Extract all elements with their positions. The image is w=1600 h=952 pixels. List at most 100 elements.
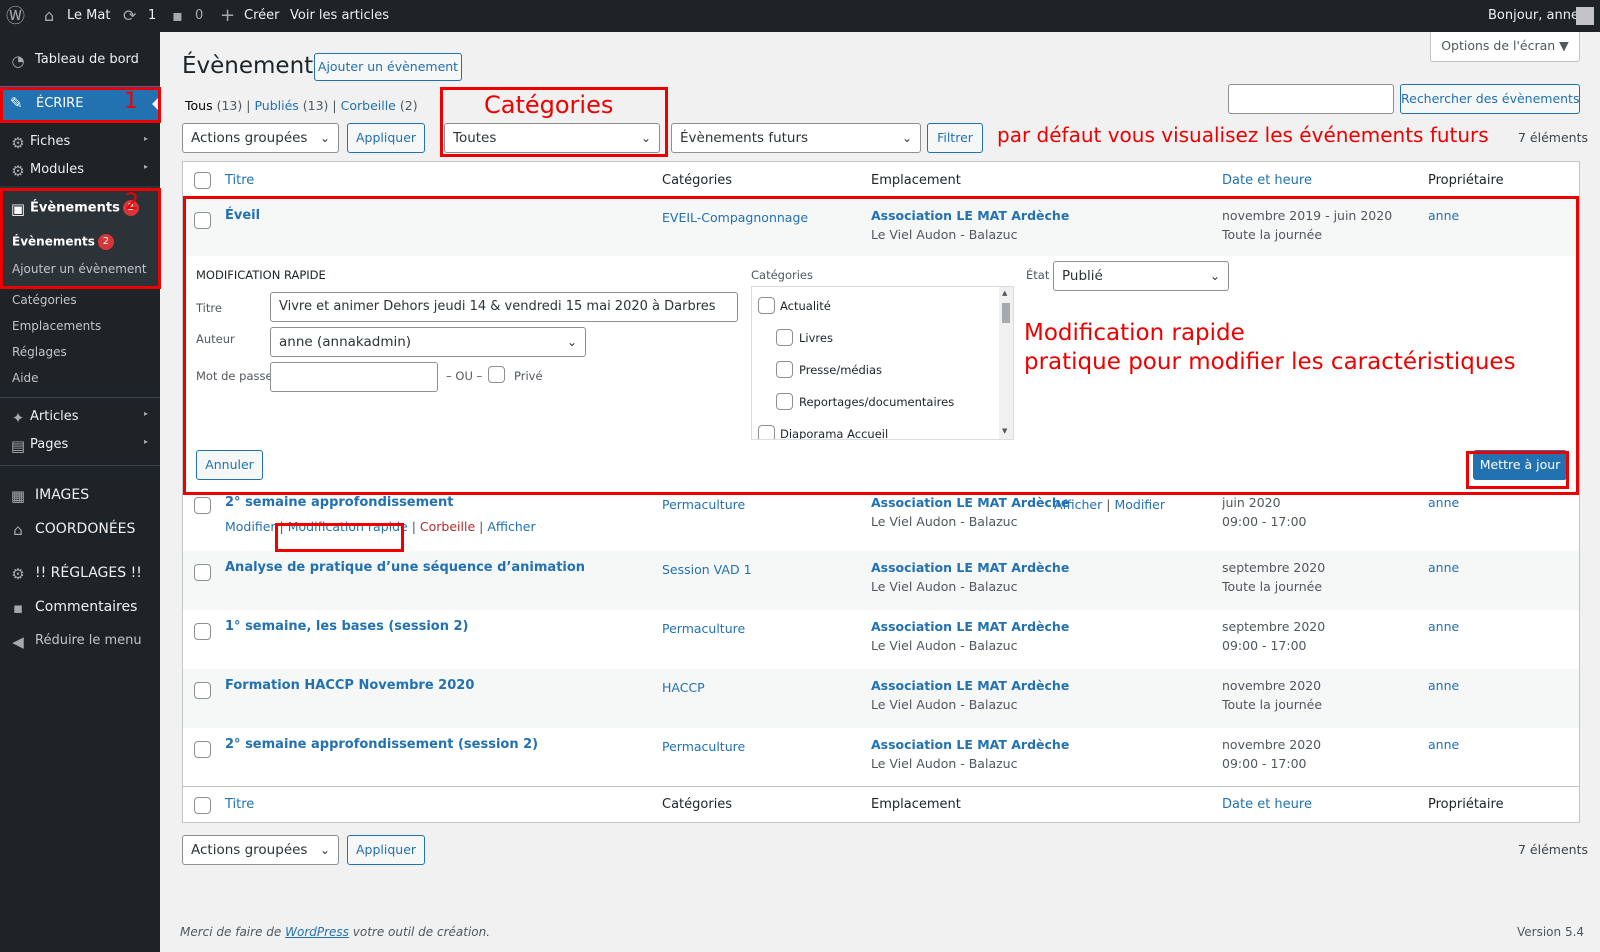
site-name-link[interactable]: Le Mat xyxy=(67,0,110,32)
event-title-link[interactable]: 2° semaine approfondissement (session 2) xyxy=(225,737,538,752)
event-title-link[interactable]: Formation HACCP Novembre 2020 xyxy=(225,678,474,693)
category-checkbox[interactable] xyxy=(776,361,793,378)
event-category[interactable]: Permaculture xyxy=(662,621,745,636)
view-published[interactable]: Publiés xyxy=(254,98,298,113)
scroll-down-icon[interactable]: ▼ xyxy=(1002,427,1007,435)
event-location[interactable]: Association LE MAT Ardèche xyxy=(871,495,1069,510)
scroll-up-icon[interactable]: ▲ xyxy=(1002,289,1007,297)
category-filter-select[interactable]: Toutes ⌄ xyxy=(444,123,660,153)
checklist-scrollbar[interactable]: ▲ ▼ xyxy=(999,287,1013,439)
submenu-settings[interactable]: Réglages xyxy=(12,345,67,359)
chevron-down-icon: ⌄ xyxy=(566,335,577,349)
event-category[interactable]: HACCP xyxy=(662,680,705,695)
wordpress-logo-icon[interactable]: Ⓦ xyxy=(6,0,25,32)
select-all-checkbox[interactable] xyxy=(194,172,211,189)
row-action-trash[interactable]: Corbeille xyxy=(420,519,475,534)
category-checkbox[interactable] xyxy=(758,425,775,439)
view-trash[interactable]: Corbeille xyxy=(341,98,396,113)
filter-button[interactable]: Filtrer xyxy=(927,123,983,153)
row-action-edit[interactable]: Modifier xyxy=(225,519,276,534)
updates-icon[interactable]: ⟳ xyxy=(123,0,136,32)
event-owner[interactable]: anne xyxy=(1428,678,1459,693)
apply-button[interactable]: Appliquer xyxy=(347,123,425,153)
category-checkbox[interactable] xyxy=(776,329,793,346)
event-owner[interactable]: anne xyxy=(1428,560,1459,575)
title-input[interactable]: Vivre et animer Dehors jeudi 14 & vendre… xyxy=(270,292,738,322)
row-checkbox[interactable] xyxy=(194,623,211,640)
event-title-link[interactable]: Analyse de pratique d’une séquence d’ani… xyxy=(225,560,585,575)
event-location[interactable]: Association LE MAT Ardèche xyxy=(871,678,1069,693)
bulk-actions-select[interactable]: Actions groupées ⌄ xyxy=(182,123,339,153)
event-owner[interactable]: anne xyxy=(1428,619,1459,634)
event-owner[interactable]: anne xyxy=(1428,208,1459,223)
event-location[interactable]: Association LE MAT Ardèche xyxy=(871,208,1069,223)
event-location[interactable]: Association LE MAT Ardèche xyxy=(871,619,1069,634)
event-title-link[interactable]: 2° semaine approfondissement xyxy=(225,495,453,510)
search-input[interactable] xyxy=(1228,84,1394,114)
submenu-add-event[interactable]: Ajouter un évènement xyxy=(12,262,147,276)
cancel-button[interactable]: Annuler xyxy=(196,450,263,480)
location-view-link[interactable]: Afficher xyxy=(1054,497,1102,512)
column-date[interactable]: Date et heure xyxy=(1222,173,1312,188)
row-checkbox[interactable] xyxy=(194,682,211,699)
event-title-link[interactable]: 1° semaine, les bases (session 2) xyxy=(225,619,469,634)
submenu-locations[interactable]: Emplacements xyxy=(12,319,101,333)
state-select[interactable]: Publié ⌄ xyxy=(1053,261,1229,291)
update-button[interactable]: Mettre à jour xyxy=(1473,450,1567,480)
greeting[interactable]: Bonjour, anne xyxy=(1488,0,1579,32)
event-category[interactable]: EVEIL-Compagnonnage xyxy=(662,210,808,225)
comments-icon[interactable]: ▪ xyxy=(172,0,183,32)
apply-button-bottom[interactable]: Appliquer xyxy=(347,835,425,865)
home-icon[interactable]: ⌂ xyxy=(44,0,54,32)
event-location[interactable]: Association LE MAT Ardèche xyxy=(871,560,1069,575)
row-checkbox[interactable] xyxy=(194,741,211,758)
event-title-link[interactable]: Éveil xyxy=(225,208,260,223)
submenu-categories[interactable]: Catégories xyxy=(12,293,77,307)
event-owner[interactable]: anne xyxy=(1428,737,1459,752)
add-event-button[interactable]: Ajouter un évènement xyxy=(314,53,462,81)
event-category[interactable]: Session VAD 1 xyxy=(662,562,752,577)
row-action-quick-edit[interactable]: Modification rapide xyxy=(288,519,408,534)
wordpress-link[interactable]: WordPress xyxy=(285,925,349,939)
screen-options-button[interactable]: Options de l'écran ▼ xyxy=(1430,32,1580,62)
event-location[interactable]: Association LE MAT Ardèche xyxy=(871,737,1069,752)
new-content-link[interactable]: Créer xyxy=(244,0,279,32)
annotation-categories: Catégories xyxy=(484,91,614,119)
bulk-actions-select-bottom[interactable]: Actions groupées ⌄ xyxy=(182,835,339,865)
author-select[interactable]: anne (annakadmin) ⌄ xyxy=(270,327,586,357)
scrollbar-thumb[interactable] xyxy=(1002,303,1010,323)
select-all-checkbox[interactable] xyxy=(194,797,211,814)
time-filter-select[interactable]: Évènements futurs ⌄ xyxy=(671,123,921,153)
event-location-sub: Le Viel Audon - Balazuc xyxy=(871,227,1018,242)
events-table: Titre Catégories Emplacement Date et heu… xyxy=(182,161,1580,823)
comment-icon: ▪ xyxy=(12,599,24,617)
view-posts-link[interactable]: Voir les articles xyxy=(290,0,389,32)
column-title[interactable]: Titre xyxy=(225,173,254,188)
row-checkbox[interactable] xyxy=(194,564,211,581)
row-checkbox[interactable] xyxy=(194,497,211,514)
row-checkbox[interactable] xyxy=(194,212,211,229)
category-checkbox[interactable] xyxy=(776,393,793,410)
password-input[interactable] xyxy=(270,362,438,392)
view-all[interactable]: Tous xyxy=(185,98,213,113)
location-edit-link[interactable]: Modifier xyxy=(1114,497,1165,512)
event-category[interactable]: Permaculture xyxy=(662,739,745,754)
search-button[interactable]: Rechercher des évènements xyxy=(1400,84,1580,114)
avatar[interactable] xyxy=(1576,7,1594,25)
event-category[interactable]: Permaculture xyxy=(662,497,745,512)
event-owner[interactable]: anne xyxy=(1428,495,1459,510)
updates-count[interactable]: 1 xyxy=(148,0,156,32)
submenu-events[interactable]: Évènements 2 xyxy=(12,234,114,250)
categories-checklist[interactable]: Actualité Livres Presse/médias Reportage… xyxy=(751,286,1014,440)
plus-icon[interactable]: + xyxy=(220,0,235,32)
annotation-number-2: 2 xyxy=(125,190,139,215)
event-time: Toute la journée xyxy=(1222,697,1323,712)
column-date[interactable]: Date et heure xyxy=(1222,797,1312,812)
row-action-view[interactable]: Afficher xyxy=(487,519,535,534)
column-title[interactable]: Titre xyxy=(225,797,254,812)
gears-icon: ⚙ xyxy=(11,134,25,152)
submenu-help[interactable]: Aide xyxy=(12,371,39,385)
comments-count[interactable]: 0 xyxy=(195,0,203,32)
private-checkbox[interactable] xyxy=(488,366,505,383)
category-checkbox[interactable] xyxy=(758,297,775,314)
